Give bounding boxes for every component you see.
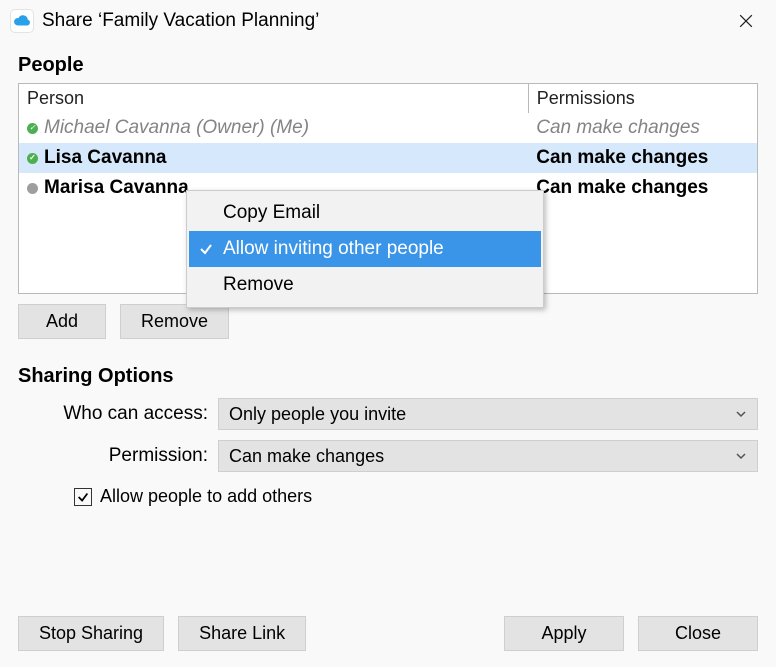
people-heading: People [18,54,758,77]
stop-sharing-button[interactable]: Stop Sharing [18,616,164,651]
apply-button[interactable]: Apply [504,616,624,651]
close-button-footer[interactable]: Close [638,616,758,651]
menu-item-label: Copy Email [223,202,320,224]
share-link-button[interactable]: Share Link [178,616,306,651]
person-name: Marisa Cavanna [44,177,189,199]
close-button[interactable] [726,6,766,36]
footer-spacer [320,616,490,651]
remove-button[interactable]: Remove [120,304,229,339]
chevron-down-icon [735,404,747,425]
allow-add-row[interactable]: Allow people to add others [74,486,758,507]
sharing-options-heading: Sharing Options [18,365,758,388]
menu-item-allow-inviting[interactable]: Allow inviting other people [189,231,541,267]
status-accepted-icon: ✓ [27,153,38,164]
permission-label: Permission: [18,445,218,467]
table-row[interactable]: ✓ Michael Cavanna (Owner) (Me) Can make … [19,113,757,143]
permission-row: Permission: Can make changes [18,440,758,472]
status-accepted-icon: ✓ [27,123,38,134]
dialog-title: Share ‘Family Vacation Planning’ [42,10,319,32]
context-menu: Copy Email Allow inviting other people R… [186,190,544,308]
title-left: Share ‘Family Vacation Planning’ [10,9,319,33]
status-unknown-icon [27,183,38,194]
menu-item-label: Allow inviting other people [223,238,444,260]
sharing-options: Sharing Options Who can access: Only peo… [18,365,758,507]
allow-add-checkbox[interactable] [74,488,92,506]
share-dialog: Share ‘Family Vacation Planning’ People … [0,0,776,667]
who-can-access-value: Only people you invite [229,404,406,425]
person-perm: Can make changes [528,113,757,143]
who-can-access-label: Who can access: [18,403,218,425]
menu-item-label: Remove [223,274,294,296]
person-perm: Can make changes [528,173,757,203]
who-can-access-row: Who can access: Only people you invite [18,398,758,430]
check-icon [189,241,223,257]
menu-item-copy-email[interactable]: Copy Email [189,195,541,231]
who-can-access-select[interactable]: Only people you invite [218,398,758,430]
cloud-icon [10,9,34,33]
dialog-footer: Stop Sharing Share Link Apply Close [18,616,758,651]
col-person[interactable]: Person [19,84,528,113]
add-button[interactable]: Add [18,304,106,339]
permission-select[interactable]: Can make changes [218,440,758,472]
person-name: Michael Cavanna (Owner) (Me) [44,117,309,139]
menu-item-remove[interactable]: Remove [189,267,541,303]
title-bar: Share ‘Family Vacation Planning’ [0,0,776,40]
allow-add-label: Allow people to add others [100,486,312,507]
col-permissions[interactable]: Permissions [528,84,757,113]
people-buttons: Add Remove [18,304,758,339]
table-row[interactable]: ✓ Lisa Cavanna Can make changes [19,143,757,173]
person-name: Lisa Cavanna [44,147,167,169]
permission-value: Can make changes [229,446,384,467]
chevron-down-icon [735,446,747,467]
person-perm: Can make changes [528,143,757,173]
